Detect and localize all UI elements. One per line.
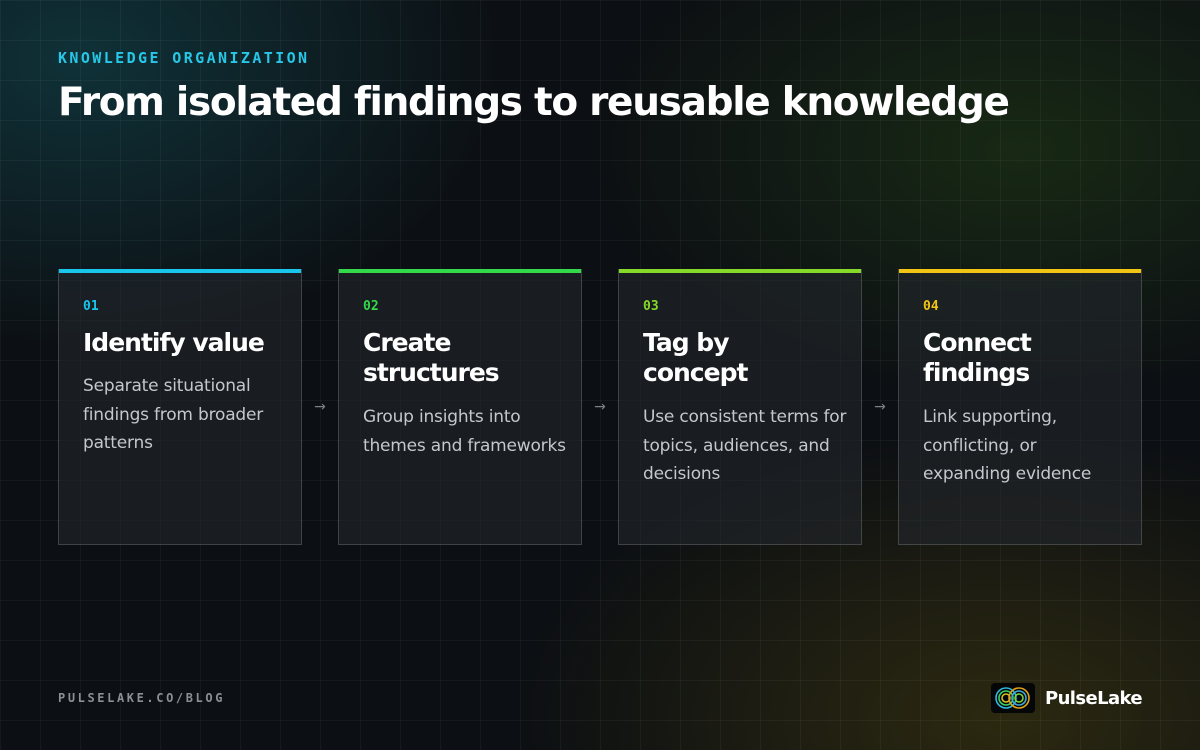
step-number: 02: [363, 299, 379, 314]
step-card-create-structures: 02 Create structures Group insights into…: [338, 269, 582, 545]
brand: PulseLake: [990, 683, 1143, 713]
step-number: 03: [643, 299, 659, 314]
step-description: Separate situational findings from broad…: [83, 376, 264, 453]
page-title: From isolated findings to reusable knowl…: [58, 80, 1010, 125]
arrow-right-icon: →: [594, 399, 606, 415]
step-number: 04: [923, 299, 939, 314]
step-accent-bar: [899, 269, 1141, 273]
arrow-right-icon: →: [874, 399, 886, 415]
step-number: 01: [83, 299, 99, 314]
pulselake-logo-icon: [990, 683, 1035, 713]
step-title: Identify value: [83, 328, 265, 357]
step-card-connect-findings: 04 Connect findings Link supporting, con…: [898, 269, 1142, 545]
arrow-right-icon: →: [314, 399, 326, 415]
eyebrow-label: KNOWLEDGE ORGANIZATION: [58, 49, 310, 67]
step-accent-bar: [59, 269, 301, 273]
step-accent-bar: [339, 269, 581, 273]
footer-url: PULSELAKE.CO/BLOG: [58, 691, 226, 705]
step-card-identify-value: 01 Identify value Separate situational f…: [58, 269, 302, 545]
step-description: Link supporting, conflicting, or expandi…: [923, 407, 1092, 484]
step-description: Group insights into themes and framework…: [363, 407, 566, 456]
step-title: Tag by concept: [643, 328, 748, 387]
step-description: Use consistent terms for topics, audienc…: [643, 407, 847, 484]
step-title: Create structures: [363, 328, 500, 387]
brand-name: PulseLake: [1044, 687, 1143, 709]
step-title: Connect findings: [923, 328, 1032, 387]
step-accent-bar: [619, 269, 861, 273]
step-card-tag-by-concept: 03 Tag by concept Use consistent terms f…: [618, 269, 862, 545]
